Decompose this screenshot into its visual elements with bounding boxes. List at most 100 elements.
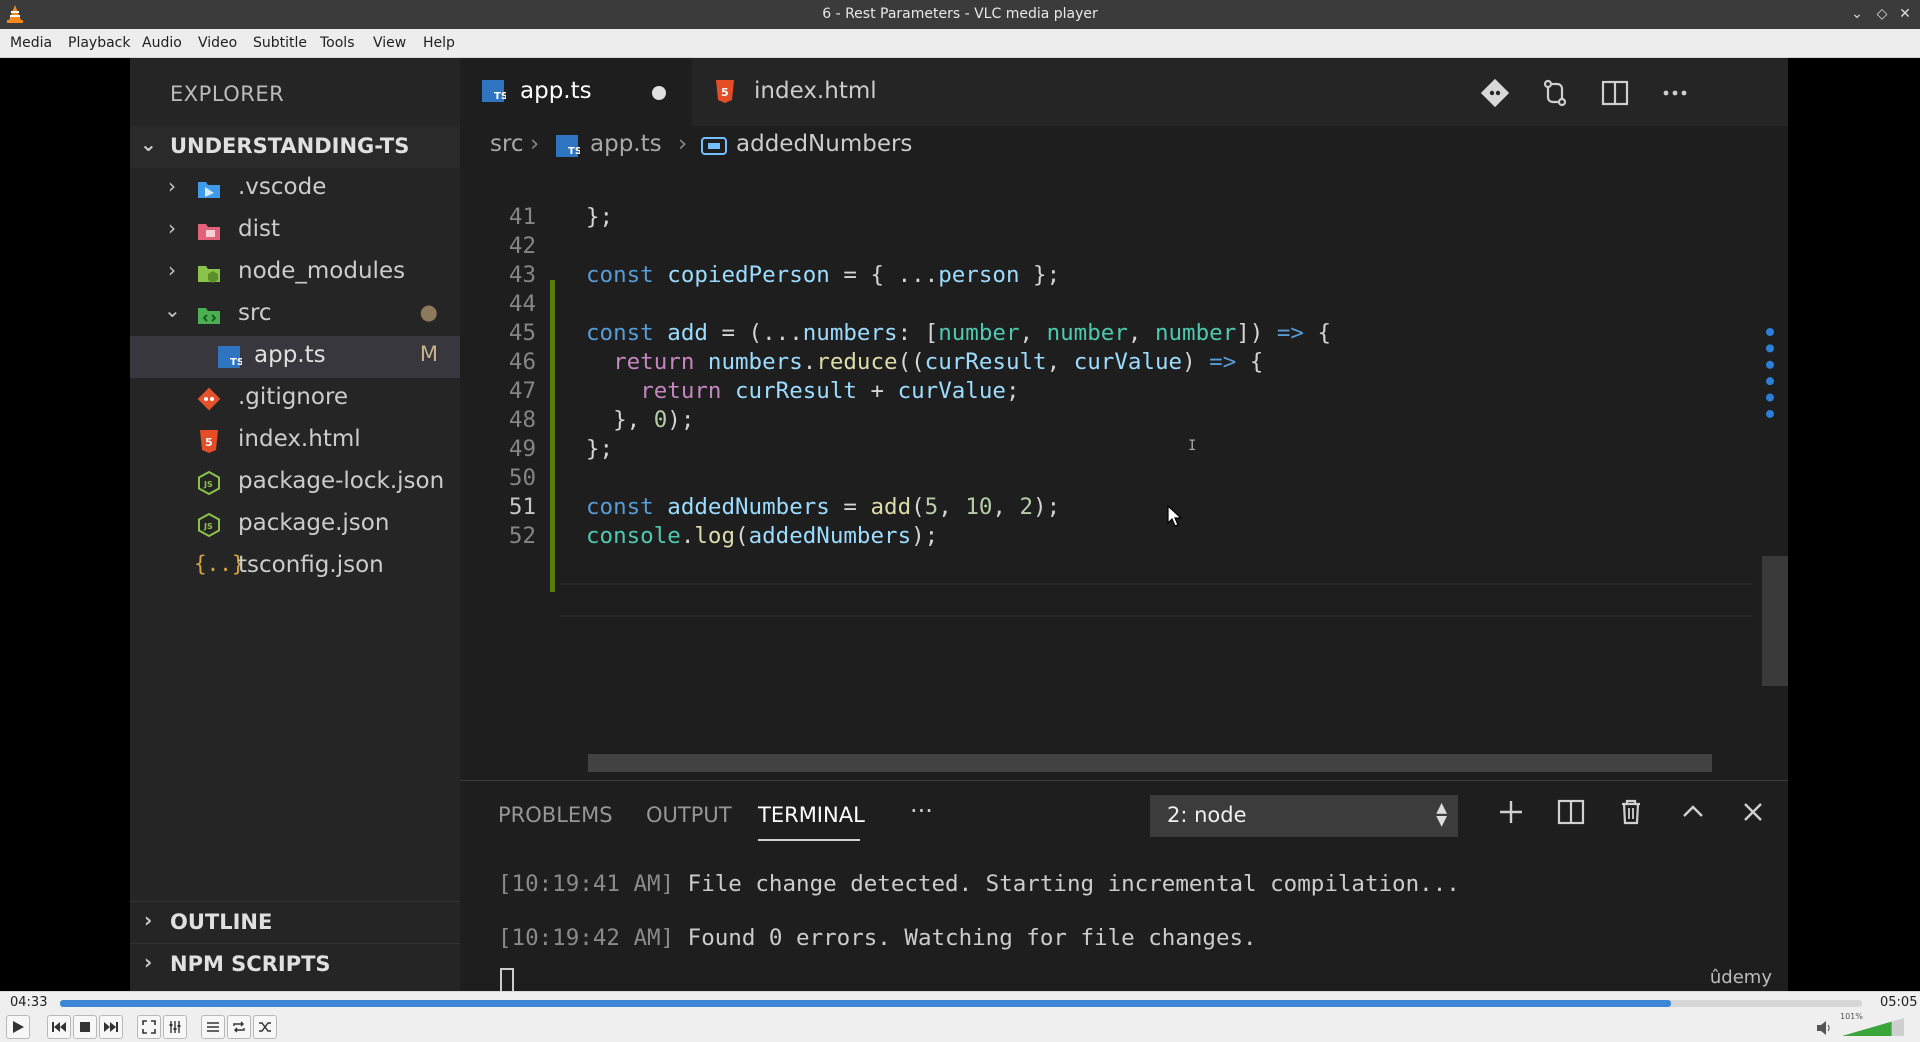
unsaved-dot-icon[interactable] [652, 86, 666, 100]
outline-section[interactable]: › OUTLINE [130, 901, 460, 943]
fullscreen-button[interactable] [137, 1015, 161, 1039]
dist-folder-icon [198, 224, 220, 240]
html-file-icon: 5 [716, 80, 734, 103]
tab-terminal[interactable]: TERMINAL [758, 803, 865, 827]
speaker-icon[interactable] [1816, 1020, 1834, 1036]
more-tabs-icon[interactable]: ··· [910, 797, 933, 825]
line-number: 44 [508, 291, 536, 317]
terminal-line: [10:19:41 AM] File change detected. Star… [498, 871, 1460, 897]
player-controls: 04:33 05:05 101% [0, 991, 1920, 1042]
split-terminal-icon[interactable] [1554, 795, 1588, 829]
breadcrumb: src › TS app.ts › addedNumbers [460, 126, 1788, 166]
playlist-button[interactable] [201, 1015, 225, 1039]
split-editor-icon[interactable] [1598, 76, 1632, 110]
play-icon [13, 1021, 24, 1033]
maximize-panel-icon[interactable] [1676, 795, 1710, 829]
terminal-select[interactable]: 2: node ▲ ▼ [1150, 795, 1458, 837]
chevron-right-icon: › [168, 216, 176, 240]
file-name: .gitignore [238, 384, 349, 410]
volume-slider[interactable]: 101% [1840, 1012, 1906, 1038]
menu-subtitle[interactable]: Subtitle [253, 35, 307, 51]
file-name: package-lock.json [238, 468, 445, 494]
menu-view[interactable]: View [373, 35, 406, 51]
git-compare-icon[interactable] [1478, 76, 1512, 110]
json-braces-icon: {..} [194, 552, 245, 576]
line-number: 42 [508, 233, 536, 259]
previous-button[interactable] [47, 1015, 71, 1039]
open-changes-icon[interactable] [1538, 76, 1572, 110]
line-number: 43 [508, 262, 536, 288]
current-line-highlight [560, 583, 1752, 617]
chevron-right-icon: › [168, 258, 176, 282]
maximize-icon[interactable]: ◇ [1872, 4, 1892, 24]
src-folder-icon [198, 308, 220, 324]
menu-audio[interactable]: Audio [142, 35, 182, 51]
close-icon[interactable]: ✕ [1895, 4, 1915, 24]
file-name: node_modules [238, 258, 406, 284]
tree-item-package-json[interactable]: JS package.json [130, 504, 460, 546]
breadcrumb-file[interactable]: app.ts [590, 131, 662, 157]
explorer-sidebar: EXPLORER ⌄ UNDERSTANDING-TS › .vscode › … [130, 58, 460, 991]
breadcrumb-symbol[interactable]: addedNumbers [736, 131, 912, 157]
tab-index-html[interactable]: 5 index.html [692, 58, 924, 126]
terminal-panel: PROBLEMS OUTPUT TERMINAL ··· 2: node ▲ ▼ … [460, 780, 1788, 991]
line-number: 45 [508, 320, 536, 346]
close-panel-icon[interactable] [1736, 795, 1770, 829]
video-area[interactable]: EXPLORER ⌄ UNDERSTANDING-TS › .vscode › … [0, 58, 1920, 991]
chevron-right-icon: › [168, 174, 176, 198]
loop-button[interactable] [227, 1015, 251, 1039]
udemy-watermark: ûdemy [1709, 967, 1772, 988]
chevron-right-icon: › [144, 950, 153, 974]
play-button[interactable] [6, 1015, 30, 1039]
tab-problems[interactable]: PROBLEMS [498, 803, 613, 827]
breadcrumb-src[interactable]: src [490, 131, 524, 157]
tab-output[interactable]: OUTPUT [646, 803, 732, 827]
shuffle-icon [259, 1022, 271, 1032]
extended-settings-button[interactable] [163, 1015, 187, 1039]
seek-progress [60, 1000, 1671, 1007]
menu-video[interactable]: Video [198, 35, 237, 51]
npm-scripts-section[interactable]: › NPM SCRIPTS [130, 943, 460, 985]
mouse-pointer-icon [1167, 504, 1183, 527]
typescript-file-icon: TS [556, 135, 580, 157]
more-actions-icon[interactable] [1658, 76, 1692, 110]
vscode-folder-icon [198, 182, 220, 198]
svg-text:5: 5 [205, 436, 213, 449]
file-name: package.json [238, 510, 390, 536]
kill-terminal-icon[interactable] [1614, 795, 1648, 829]
menu-playback[interactable]: Playback [68, 35, 130, 51]
vscode-window: EXPLORER ⌄ UNDERSTANDING-TS › .vscode › … [130, 58, 1788, 991]
variable-icon [701, 137, 727, 155]
stop-button[interactable] [73, 1015, 97, 1039]
seek-bar[interactable] [60, 1000, 1862, 1007]
file-name: app.ts [254, 342, 326, 368]
svg-text:JS: JS [203, 480, 213, 489]
code-line: }; [586, 436, 614, 462]
line-number: 47 [508, 378, 536, 404]
next-button[interactable] [99, 1015, 123, 1039]
horizontal-scrollbar[interactable] [588, 754, 1712, 772]
title-bar: 6 - Rest Parameters - VLC media player ⌄… [0, 0, 1920, 29]
new-terminal-icon[interactable] [1494, 795, 1528, 829]
stop-icon [80, 1022, 90, 1032]
time-elapsed: 04:33 [10, 995, 48, 1010]
git-file-icon [197, 387, 221, 411]
tree-item-gitignore[interactable]: .gitignore [130, 378, 460, 420]
file-name: tsconfig.json [238, 552, 384, 578]
chevron-right-icon: › [144, 908, 153, 932]
code-editor[interactable]: 41 42 43 44 45 46 47 48 49 50 51 52 }; c… [460, 168, 1788, 778]
menu-tools[interactable]: Tools [320, 35, 355, 51]
menu-help[interactable]: Help [423, 35, 455, 51]
tree-item-package-lock[interactable]: JS package-lock.json [130, 462, 460, 504]
tree-item-index-html[interactable]: 5 index.html [130, 420, 460, 462]
tree-item-app-ts[interactable]: TS app.ts M [130, 336, 460, 378]
tab-label: app.ts [520, 78, 592, 104]
tab-app-ts[interactable]: TS app.ts [460, 58, 692, 126]
minimize-icon[interactable]: ⌄ [1847, 4, 1867, 24]
terminal-timestamp: [10:19:42 AM] [498, 925, 675, 951]
shuffle-button[interactable] [253, 1015, 277, 1039]
tree-item-tsconfig[interactable]: {..} tsconfig.json [130, 546, 460, 588]
chevron-right-icon: › [678, 131, 688, 157]
vertical-scrollbar[interactable] [1762, 556, 1788, 686]
menu-media[interactable]: Media [10, 35, 52, 51]
